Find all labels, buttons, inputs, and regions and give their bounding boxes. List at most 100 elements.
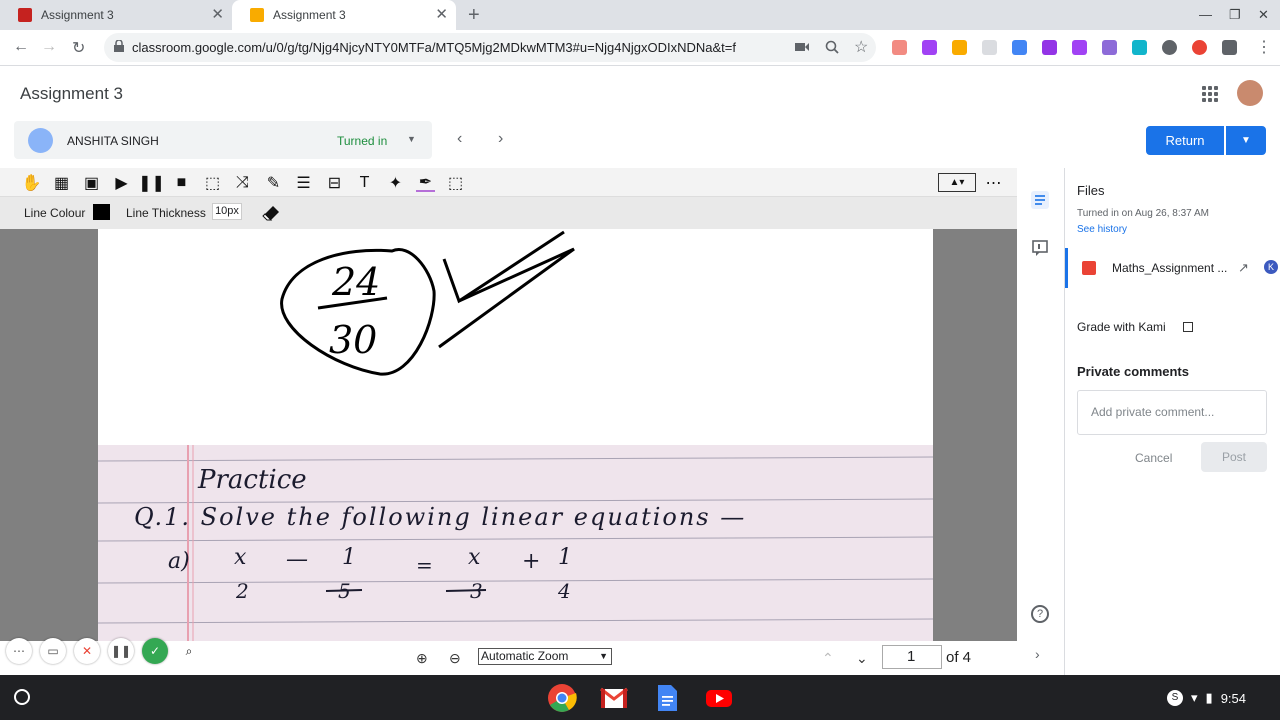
- next-page-icon[interactable]: ⌄: [856, 650, 868, 667]
- image-icon[interactable]: ▣: [82, 173, 101, 192]
- avatar[interactable]: [1237, 80, 1263, 106]
- extension-icon[interactable]: [1132, 40, 1147, 55]
- kami-icon[interactable]: K: [1264, 260, 1278, 274]
- more-options-icon[interactable]: ⋯: [984, 173, 1003, 192]
- close-window-icon[interactable]: ✕: [1258, 7, 1269, 23]
- extension-icon[interactable]: [892, 40, 907, 55]
- post-button[interactable]: Post: [1201, 442, 1267, 472]
- wifi-icon: ▾: [1191, 690, 1198, 705]
- system-tray[interactable]: S ▾ ▮ 9:54: [1167, 685, 1273, 711]
- presentation-icon[interactable]: ⊟: [325, 173, 344, 192]
- eq-plus: +: [522, 549, 541, 574]
- line-colour-swatch[interactable]: [93, 204, 110, 220]
- open-external-icon[interactable]: ↗: [1238, 260, 1249, 276]
- extensions-puzzle-icon[interactable]: [1222, 40, 1237, 55]
- file-item[interactable]: Maths_Assignment ... ↗ K: [1065, 248, 1280, 288]
- recorder-camera-icon[interactable]: ▭: [40, 638, 66, 664]
- pen-options-bar: Line Colour Line Thickness 10px: [0, 197, 1017, 229]
- lock-icon: [114, 40, 124, 52]
- shuffle-icon[interactable]: ⤨: [233, 173, 252, 192]
- launcher-icon[interactable]: [14, 689, 30, 705]
- student-selector[interactable]: ANSHITA SINGH Turned in ▼: [14, 121, 432, 159]
- pen-tool-icon[interactable]: ✒: [416, 173, 435, 192]
- help-icon[interactable]: ?: [1031, 605, 1049, 623]
- recorder-more-icon[interactable]: ⋯: [6, 638, 32, 664]
- extension-icon[interactable]: [922, 40, 937, 55]
- select-icon[interactable]: ⬚: [203, 173, 222, 192]
- stop-icon[interactable]: ■: [172, 173, 191, 192]
- return-dropdown-icon[interactable]: ▼: [1226, 126, 1266, 155]
- eq-equals: =: [416, 553, 433, 577]
- pause-icon[interactable]: ❚❚: [138, 173, 165, 192]
- menu-kebab-icon[interactable]: ⋮: [1256, 37, 1272, 57]
- gmail-app-icon[interactable]: [599, 683, 629, 713]
- notebook-heading: Practice: [198, 465, 307, 495]
- address-bar[interactable]: classroom.google.com/u/0/g/tg/Njg4NjcyNT…: [104, 33, 876, 62]
- youtube-icon[interactable]: [704, 683, 734, 713]
- eq-rhs-a-den: 3: [470, 579, 483, 603]
- grade-with-kami-checkbox[interactable]: [1183, 322, 1193, 332]
- chrome-extension-icon[interactable]: [1192, 40, 1207, 55]
- extension-icon[interactable]: [952, 40, 967, 55]
- comments-panel-icon[interactable]: [1030, 238, 1050, 258]
- pin-icon[interactable]: ✦: [386, 173, 405, 192]
- next-student-icon[interactable]: ›: [498, 130, 503, 148]
- list-icon[interactable]: ☰: [294, 173, 313, 192]
- page-number-input[interactable]: 1: [882, 645, 942, 669]
- search-icon[interactable]: ⌕: [176, 638, 202, 664]
- close-tab-icon[interactable]: ✕: [211, 7, 224, 23]
- text-tool-icon[interactable]: T: [355, 173, 374, 192]
- browser-toolbar: ← → ↻ classroom.google.com/u/0/g/tg/Njg4…: [0, 30, 1280, 66]
- recorder-done-icon[interactable]: ✓: [142, 638, 168, 664]
- highlighter-icon[interactable]: ✎: [264, 173, 283, 192]
- extension-icon[interactable]: [1072, 40, 1087, 55]
- zoom-out-icon[interactable]: ⊖: [449, 650, 461, 667]
- play-icon[interactable]: ▶: [112, 173, 131, 192]
- minimize-icon[interactable]: —: [1199, 7, 1212, 22]
- previous-student-icon[interactable]: ‹: [457, 130, 462, 148]
- apps-grid-icon[interactable]: [1202, 86, 1218, 102]
- extension-icon[interactable]: [1162, 40, 1177, 55]
- eq-rhs-b-den: 4: [558, 579, 571, 603]
- view-mode-dropdown-icon[interactable]: ▲▾: [938, 173, 976, 192]
- camera-icon[interactable]: [795, 42, 809, 52]
- chevron-down-icon[interactable]: ▼: [407, 134, 416, 144]
- back-icon[interactable]: ←: [13, 38, 29, 56]
- extension-icon[interactable]: [1042, 40, 1057, 55]
- extension-icon[interactable]: [1012, 40, 1027, 55]
- browser-tab-1[interactable]: Assignment 3 ✕: [0, 0, 232, 30]
- eq-lhs-a-den: 2: [236, 579, 249, 603]
- recorder-pause-icon[interactable]: ❚❚: [108, 638, 134, 664]
- hand-tool-icon[interactable]: ✋: [22, 173, 42, 192]
- cancel-button[interactable]: Cancel: [1135, 451, 1172, 465]
- eraser-icon[interactable]: [261, 202, 281, 222]
- google-docs-icon[interactable]: [652, 683, 682, 713]
- restore-icon[interactable]: ❐: [1229, 7, 1241, 23]
- book-icon[interactable]: ▦: [52, 173, 71, 192]
- new-tab-button[interactable]: +: [468, 4, 480, 27]
- eq-lhs-b: 1: [342, 545, 356, 570]
- previous-page-icon[interactable]: ⌃: [822, 650, 834, 667]
- extension-icon[interactable]: [982, 40, 997, 55]
- close-tab-icon[interactable]: ✕: [435, 7, 448, 23]
- chrome-app-icon[interactable]: [547, 683, 577, 713]
- chevron-right-icon[interactable]: ›: [1035, 646, 1040, 662]
- zoom-icon[interactable]: [825, 40, 839, 54]
- files-panel-icon[interactable]: [1030, 190, 1050, 210]
- pdf-page[interactable]: 24 30 Practice Q.1. Solve the following …: [98, 229, 933, 641]
- see-history-link[interactable]: See history: [1077, 224, 1127, 235]
- return-button[interactable]: Return: [1146, 126, 1224, 155]
- recorder-cancel-icon[interactable]: ✕: [74, 638, 100, 664]
- zoom-in-icon[interactable]: ⊕: [416, 650, 428, 667]
- forward-icon[interactable]: →: [41, 38, 57, 56]
- account-icon: S: [1167, 690, 1183, 706]
- side-panel: Files Turned in on Aug 26, 8:37 AM See h…: [1064, 168, 1280, 675]
- browser-tab-2[interactable]: Assignment 3 ✕: [232, 0, 456, 30]
- zoom-select[interactable]: Automatic Zoom ▼: [478, 648, 612, 665]
- extension-icon[interactable]: [1102, 40, 1117, 55]
- line-thickness-input[interactable]: 10px: [212, 203, 242, 220]
- reload-icon[interactable]: ↻: [72, 38, 85, 58]
- shape-tool-icon[interactable]: ⬚: [446, 173, 465, 192]
- private-comment-input[interactable]: Add private comment...: [1077, 390, 1267, 435]
- bookmark-star-icon[interactable]: ☆: [854, 37, 868, 57]
